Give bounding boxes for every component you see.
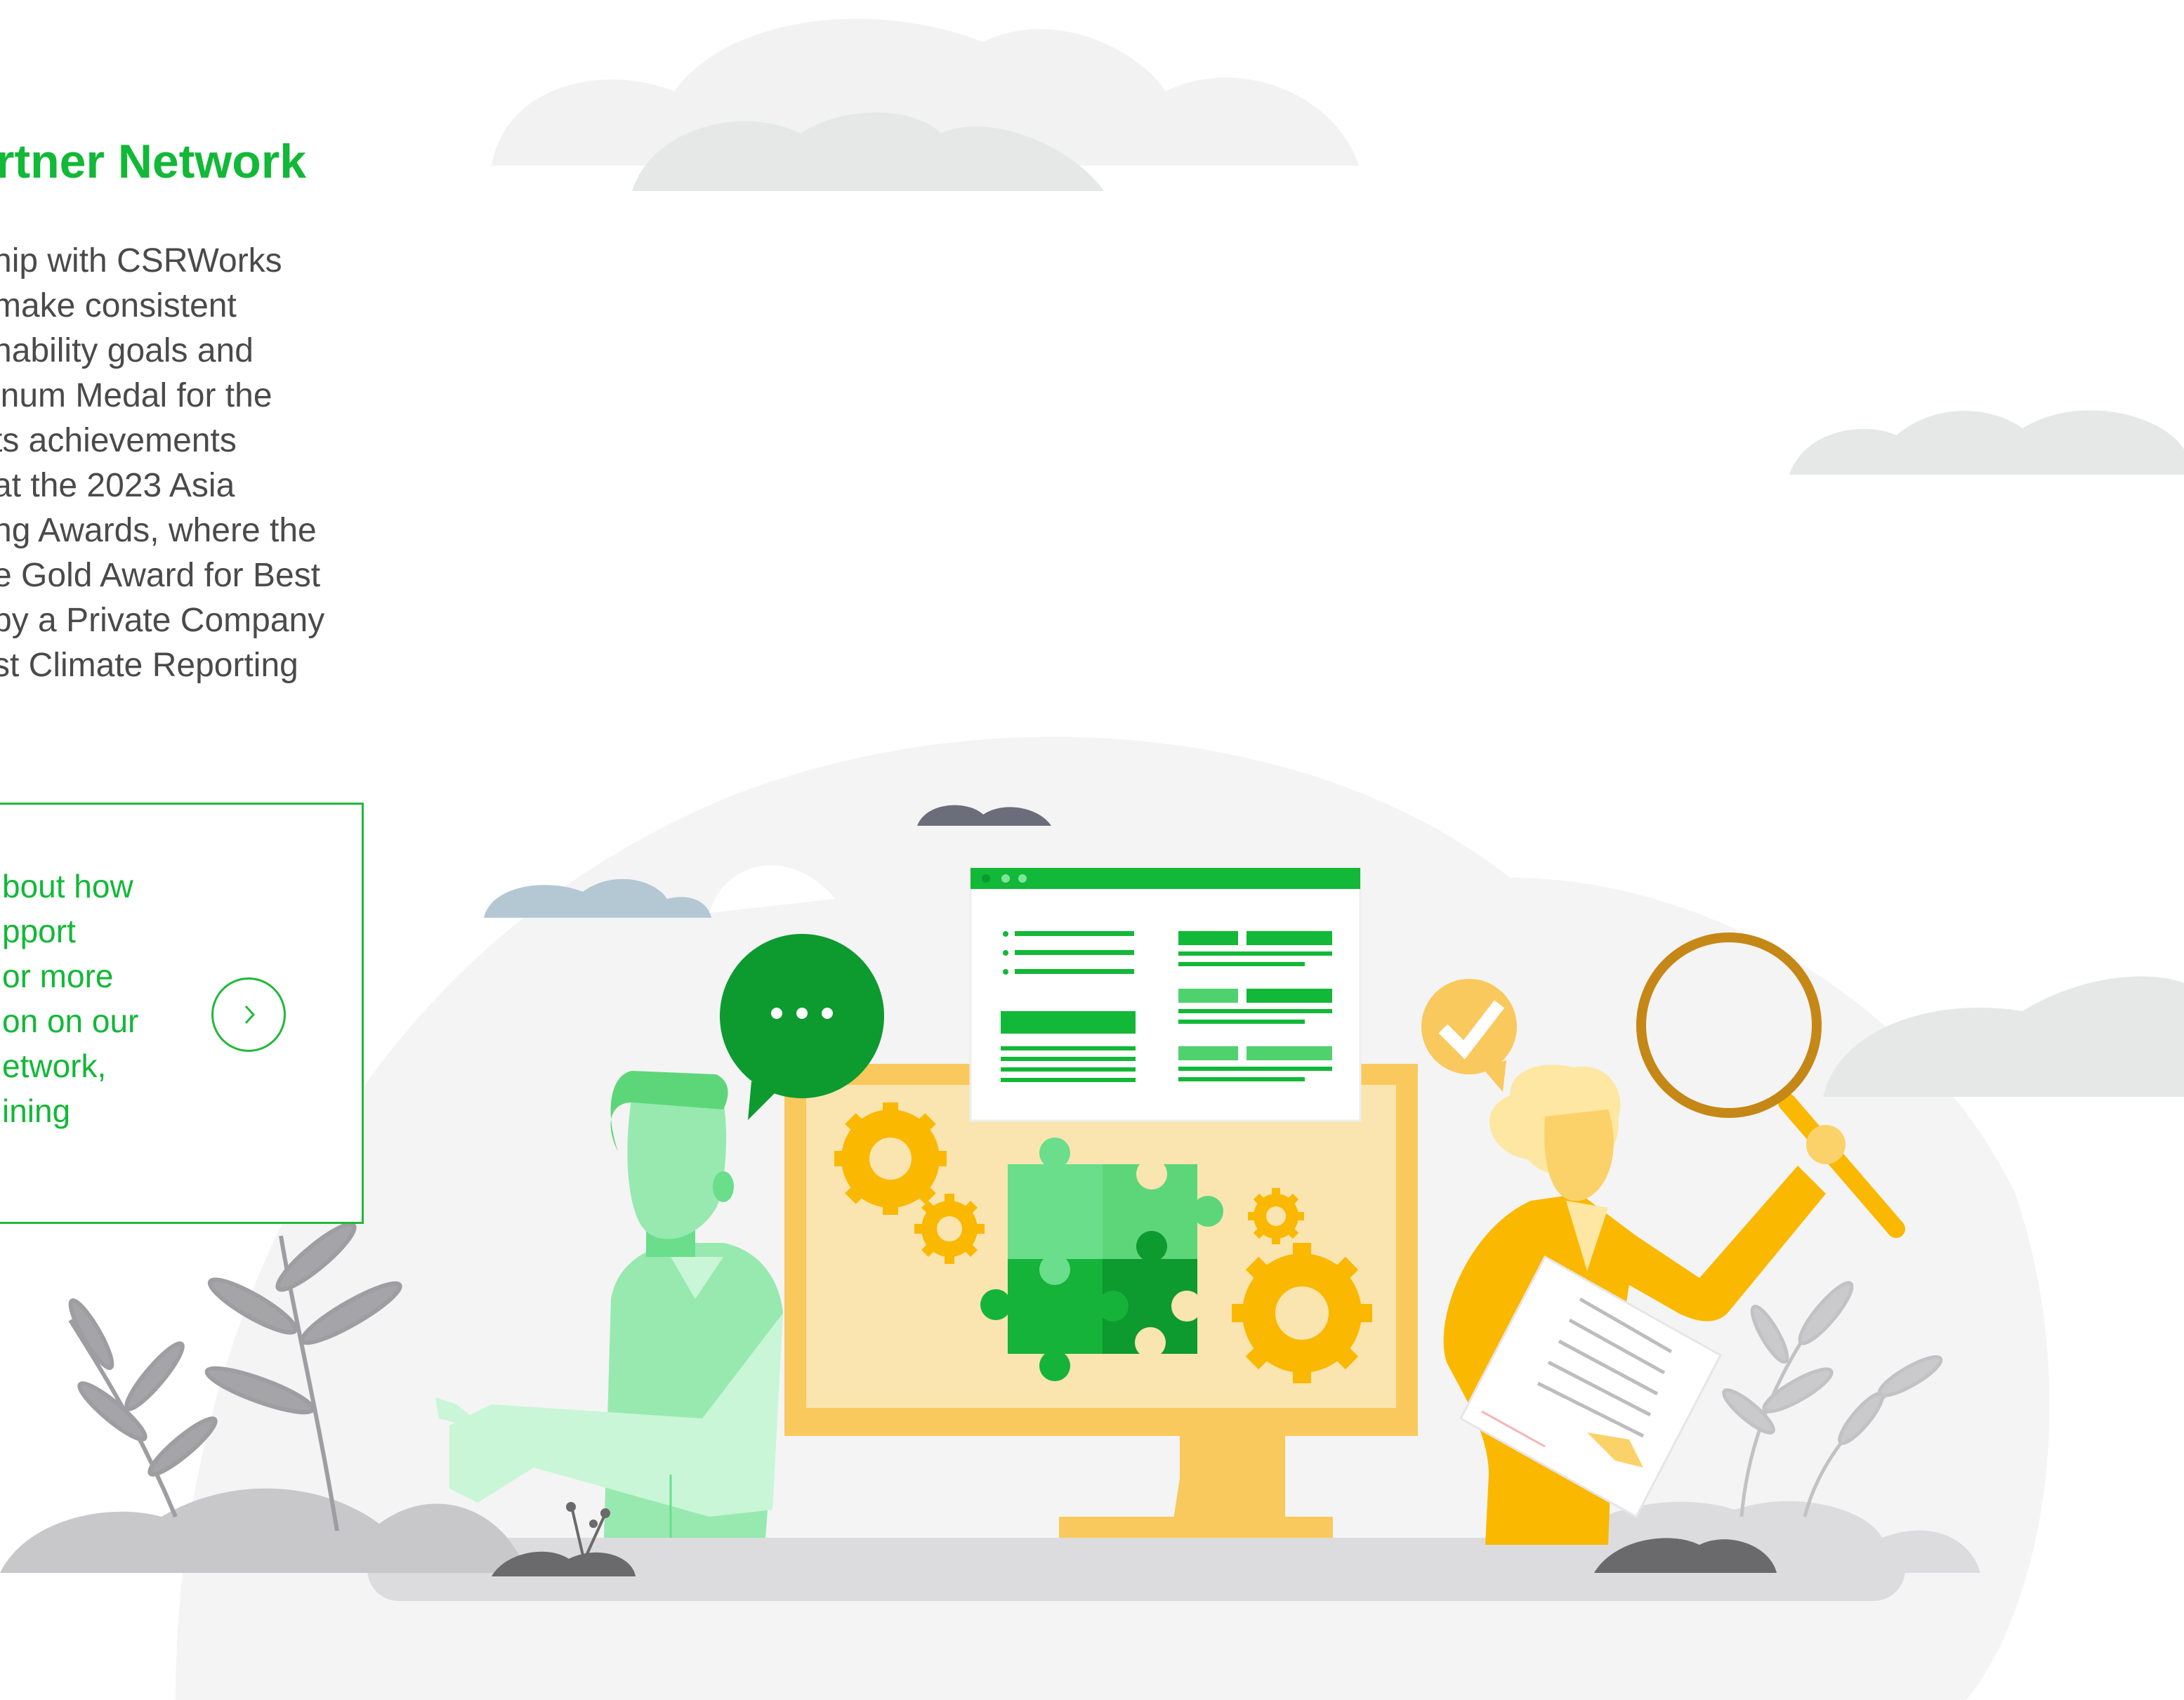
gear-icon-large-left [834,1102,947,1215]
cta-line[interactable]: bout how [2,864,138,909]
cta-line[interactable]: etwork, [2,1043,138,1088]
cta-line[interactable]: on on our [2,999,138,1043]
cloud-right-top [1789,410,2184,475]
ellipsis-icon [771,1008,833,1019]
gear-icon-small-left [914,1194,985,1264]
cta-arrow-button[interactable] [211,977,286,1052]
cloud-right-mid [1823,976,2184,1097]
document-window [969,867,1362,1122]
cta-line[interactable]: pport [2,909,138,954]
chevron-right-icon [244,1005,256,1024]
cta-text[interactable]: bout how pport or more on on our etwork,… [2,864,138,1133]
cta-line[interactable]: or more [2,954,138,999]
gear-icon-large-right [1232,1243,1372,1383]
gear-icon-small-right [1248,1188,1304,1244]
cta-card[interactable]: bout how pport or more on on our etwork,… [0,803,364,1224]
puzzle-icon [980,1138,1223,1381]
cta-line[interactable]: ining [2,1088,138,1133]
